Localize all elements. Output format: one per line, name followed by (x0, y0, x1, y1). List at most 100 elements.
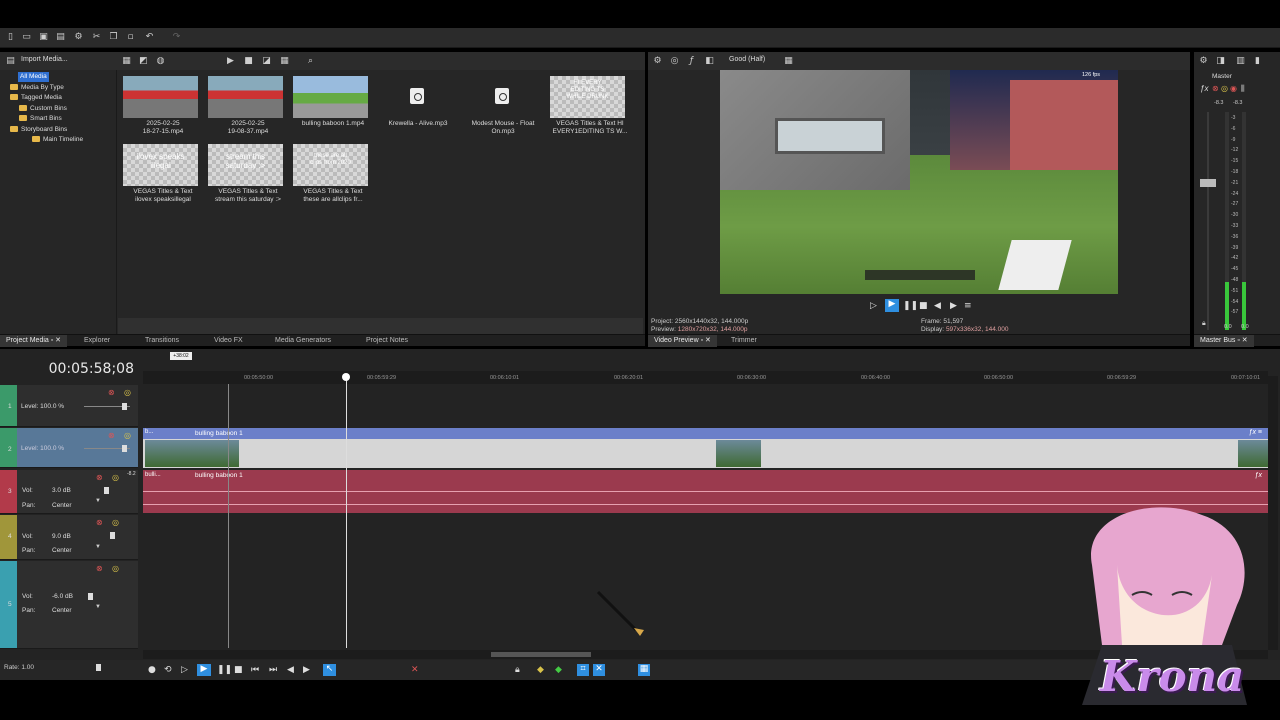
meter-options-icon[interactable]: ▮ (1253, 57, 1262, 66)
playhead-handle[interactable] (342, 373, 350, 381)
video-clip[interactable]: bulling baboon 1 b... ƒx ≡ (143, 428, 1268, 468)
bin-smart-bins[interactable]: Smart Bins (19, 114, 62, 124)
settings-icon[interactable]: ⚙ (74, 33, 83, 42)
time-ruler[interactable]: 00:05:50:00 00:05:59:29 00:06:10:01 00:0… (143, 371, 1268, 384)
track-header-video-1[interactable]: 1 ⊗ ◎ Level: 100.0 % (0, 385, 138, 427)
go-to-end-icon[interactable]: ⏭︎ (269, 665, 277, 675)
vertical-scrollbar[interactable] (1268, 376, 1278, 650)
stop-icon[interactable]: ■ (244, 57, 253, 66)
save-icon[interactable]: ▣ (39, 33, 48, 42)
go-to-start-icon[interactable]: ⏮︎ (251, 665, 259, 675)
record-icon[interactable]: ● (148, 665, 156, 675)
audio-fx-icon[interactable]: ƒx (1255, 472, 1262, 479)
auto-preview-icon[interactable]: ◪ (262, 57, 271, 66)
views-icon[interactable]: ▦ (280, 57, 289, 66)
mixer-icon[interactable]: ⫼ (1241, 84, 1245, 94)
lock-icon[interactable]: 🔒︎ (1202, 320, 1206, 328)
bin-all-media[interactable]: All Media (18, 72, 49, 82)
region-icon[interactable]: ◆ (555, 665, 562, 675)
play-from-start-icon[interactable]: ▷ (181, 665, 188, 675)
solo-icon[interactable]: ◎ (1221, 84, 1228, 93)
render-icon[interactable]: ▤ (56, 33, 65, 42)
preview-quality-dropdown[interactable]: Good (Half) (729, 56, 765, 63)
rate-slider[interactable] (96, 664, 101, 671)
master-fx-icon[interactable]: ƒx (1200, 84, 1208, 93)
marker-icon[interactable]: ◆ (537, 665, 544, 675)
solo-icon[interactable]: ◎ (124, 388, 131, 397)
overlays-icon[interactable]: ▦ (784, 57, 793, 66)
loop-icon[interactable]: ⟲ (164, 665, 172, 675)
media-item[interactable]: stream this saturday :> VEGAS Titles & Te… (205, 144, 285, 214)
import-media-button[interactable]: Import Media... (21, 56, 68, 63)
mute-icon[interactable]: ⊗ (108, 388, 115, 397)
level-slider[interactable] (122, 445, 127, 452)
solo-icon[interactable]: ◎ (112, 564, 119, 573)
next-frame-icon[interactable]: ▶ (950, 301, 957, 311)
solo-icon[interactable]: ◎ (124, 431, 131, 440)
next-frame-icon[interactable]: ▶ (303, 665, 310, 675)
media-item[interactable]: 2025-02-25 18-27-15.mp4 (120, 76, 200, 146)
media-item[interactable]: Modest Mouse - Float On.mp3 (460, 76, 540, 146)
play-icon[interactable]: ▶ (197, 664, 211, 676)
bin-main-timeline[interactable]: Main Timeline (32, 135, 83, 145)
master-fader[interactable] (1200, 179, 1216, 187)
import-media-icon[interactable]: ▤ (6, 57, 15, 66)
solo-icon[interactable]: ◎ (112, 473, 119, 482)
tab-master-bus[interactable]: Master Bus ▫ ✕ (1194, 335, 1254, 347)
undo-icon[interactable]: ↶ (145, 33, 154, 42)
media-item[interactable]: 2025-02-25 19-08-37.mp4 (205, 76, 285, 146)
tab-explorer[interactable]: Explorer (78, 335, 116, 347)
play-icon[interactable]: ▶ (226, 57, 235, 66)
bin-media-by-type[interactable]: Media By Type (10, 83, 64, 93)
media-item[interactable]: HI EVERY EDITING TS WHILE DRUNK VEGAS Tit… (547, 76, 627, 146)
pause-icon[interactable]: ❚❚ (903, 301, 918, 311)
track-header-audio-3[interactable]: 3 ⊗ ◎ -8.2 Vol: 3.0 dB Pan: Center ▼ (0, 470, 138, 514)
redo-icon[interactable]: ↷ (172, 33, 181, 42)
media-item[interactable]: these are all clips from 2020 VEGAS Title… (290, 144, 370, 214)
tab-project-notes[interactable]: Project Notes (360, 335, 414, 347)
snapping-icon[interactable]: ⌗ (577, 664, 589, 676)
mute-icon[interactable]: ⊗ (1212, 84, 1219, 93)
split-screen-icon[interactable]: ◧ (705, 57, 714, 66)
record-icon[interactable]: ◉ (1230, 84, 1237, 93)
pan-slider-icon[interactable]: ▼ (95, 498, 101, 504)
tab-transitions[interactable]: Transitions (139, 335, 185, 347)
prev-frame-icon[interactable]: ◀ (934, 301, 941, 311)
playhead[interactable] (346, 376, 347, 648)
menu-icon[interactable]: ≡ (964, 301, 972, 311)
volume-slider[interactable] (104, 487, 109, 494)
new-icon[interactable]: ▯ (6, 33, 15, 42)
pan-slider-icon[interactable]: ▼ (95, 604, 101, 610)
play-from-start-icon[interactable]: ▷ (870, 301, 877, 311)
search-icon[interactable]: ⌕ (306, 57, 315, 66)
media-item[interactable]: bulling baboon 1.mp4 (290, 76, 370, 146)
media-item[interactable]: Krewella - Alive.mp3 (375, 76, 455, 146)
scroll-thumb[interactable] (491, 652, 591, 657)
track-header-video-2[interactable]: 2 ⊗ ◎ Level: 100.0 % (0, 428, 138, 468)
copy-icon[interactable]: ❐ (109, 33, 118, 42)
prev-frame-icon[interactable]: ◀ (287, 665, 294, 675)
bin-custom-bins[interactable]: Custom Bins (19, 104, 67, 114)
bin-tagged-media[interactable]: Tagged Media (10, 93, 62, 103)
capture-icon[interactable]: ◩ (139, 57, 148, 66)
delete-icon[interactable]: ✕ (411, 665, 419, 675)
dim-icon[interactable]: ▥ (1236, 57, 1245, 66)
tab-media-generators[interactable]: Media Generators (269, 335, 337, 347)
solo-icon[interactable]: ◎ (112, 518, 119, 527)
clip-fx-icon[interactable]: ƒx ≡ (1249, 429, 1262, 436)
auto-ripple-icon[interactable]: ▦ (638, 664, 650, 676)
media-item[interactable]: ilovex speaks illegal VEGAS Titles & Text… (120, 144, 200, 214)
play-icon[interactable]: ▶ (885, 299, 899, 312)
tab-video-preview[interactable]: Video Preview ▫ ✕ (648, 335, 717, 347)
normal-edit-tool-icon[interactable]: ↖ (323, 664, 336, 676)
volume-slider[interactable] (110, 532, 115, 539)
downmix-icon[interactable]: ◨ (1216, 57, 1225, 66)
pan-slider-icon[interactable]: ▼ (95, 544, 101, 550)
open-icon[interactable]: ▭ (22, 33, 31, 42)
get-media-icon[interactable]: ◍ (156, 57, 165, 66)
level-slider[interactable] (122, 403, 127, 410)
cut-icon[interactable]: ✂ (92, 33, 101, 42)
pause-icon[interactable]: ❚❚ (217, 665, 232, 675)
stop-icon[interactable]: ■ (919, 301, 928, 311)
mute-icon[interactable]: ⊗ (96, 473, 103, 482)
